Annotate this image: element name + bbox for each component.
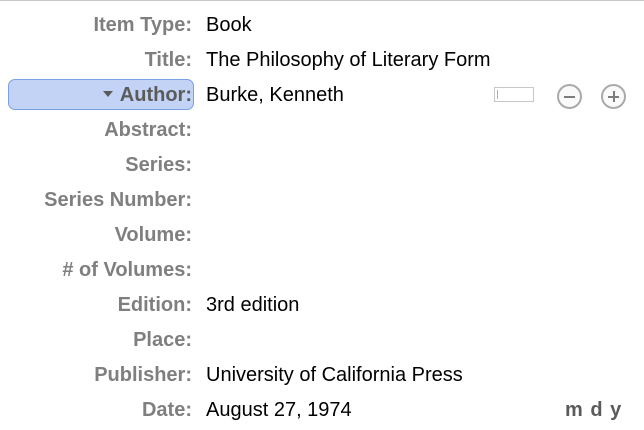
field-label-series: Series:: [125, 154, 192, 176]
field-label-edition: Edition:: [117, 294, 192, 316]
field-row-abstract: Abstract:: [0, 113, 644, 148]
field-label-series-number: Series Number:: [44, 189, 192, 211]
field-row-title: Title: The Philosophy of Literary Form: [0, 43, 644, 78]
publisher-value[interactable]: University of California Press: [206, 362, 463, 388]
item-type-value[interactable]: Book: [206, 12, 252, 38]
author-value[interactable]: Burke, Kenneth: [206, 82, 344, 108]
field-row-volume: Volume:: [0, 218, 644, 253]
field-row-edition: Edition: 3rd edition: [0, 288, 644, 323]
title-value[interactable]: The Philosophy of Literary Form: [206, 47, 491, 73]
item-info-pane: Item Type: Book Title: The Philosophy of…: [0, 8, 644, 428]
switch-icon[interactable]: [494, 87, 534, 102]
field-row-series-number: Series Number:: [0, 183, 644, 218]
field-row-item-type: Item Type: Book: [0, 8, 644, 43]
edition-value[interactable]: 3rd edition: [206, 292, 299, 318]
field-row-author: Author: Burke, Kenneth: [0, 78, 644, 113]
field-label-author-text: Author:: [119, 84, 192, 106]
field-label-author: Author:: [102, 82, 192, 108]
field-row-series: Series:: [0, 148, 644, 183]
minus-circle-icon[interactable]: [557, 84, 582, 109]
top-divider: [0, 0, 644, 1]
triangle-down-icon: [102, 90, 113, 97]
plus-bar-vertical: [612, 91, 615, 102]
field-row-place: Place:: [0, 323, 644, 358]
field-label-date: Date:: [141, 399, 192, 421]
field-row-num-volumes: # of Volumes:: [0, 253, 644, 288]
field-label-abstract: Abstract:: [104, 119, 192, 141]
field-label-place: Place:: [133, 329, 192, 351]
plus-circle-icon[interactable]: [601, 84, 626, 109]
date-format-indicator: m d y: [565, 399, 623, 421]
minus-bar: [564, 95, 575, 98]
field-label-item-type: Item Type:: [93, 14, 192, 36]
field-row-publisher: Publisher: University of California Pres…: [0, 358, 644, 393]
field-label-title: Title:: [144, 49, 192, 71]
date-value[interactable]: August 27, 1974: [206, 397, 352, 423]
field-label-num-volumes: # of Volumes:: [62, 259, 192, 281]
field-row-date: Date: August 27, 1974 m d y: [0, 393, 644, 428]
field-label-volume: Volume:: [114, 224, 192, 246]
field-label-publisher: Publisher:: [94, 364, 192, 386]
